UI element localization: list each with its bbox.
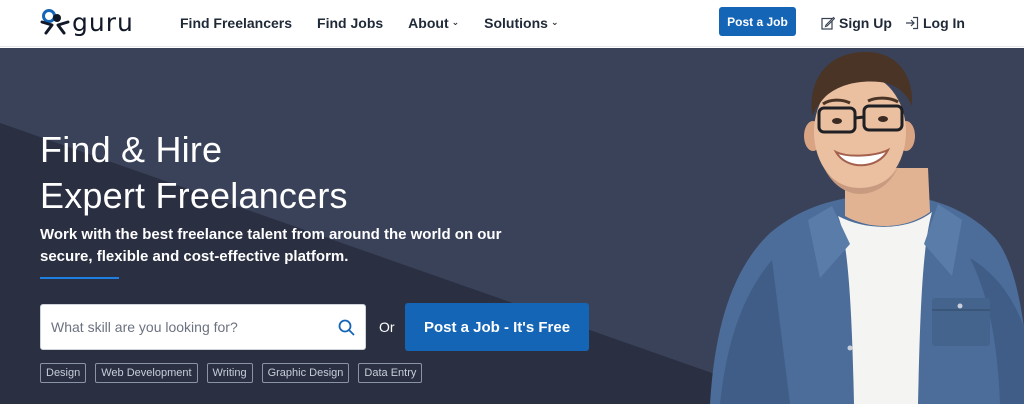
logo-wordmark: guru — [72, 7, 134, 37]
nav-label: About — [408, 15, 449, 31]
hero-person-image — [710, 51, 1024, 404]
nav-label: Find Freelancers — [180, 15, 293, 31]
hero-title: Find & Hire Expert Freelancers — [40, 127, 348, 219]
nav-about[interactable]: About ⌄ — [408, 15, 459, 31]
tag-writing[interactable]: Writing — [206, 363, 253, 383]
sign-up-label: Sign Up — [839, 15, 892, 31]
tag-design[interactable]: Design — [40, 363, 87, 383]
chevron-down-icon: ⌄ — [550, 16, 559, 27]
guru-logo[interactable]: guru — [40, 8, 148, 36]
hero-title-line-2: Expert Freelancers — [40, 175, 348, 216]
hero-section: Find & Hire Expert Freelancers Work with… — [0, 48, 1024, 404]
hero-title-line-1: Find & Hire — [40, 129, 223, 170]
post-job-free-button[interactable]: Post a Job - It's Free — [405, 303, 589, 351]
login-icon — [906, 16, 919, 30]
nav-find-jobs[interactable]: Find Jobs — [317, 15, 383, 31]
top-navigation-bar: guru Find Freelancers Find Jobs About ⌄ … — [0, 0, 1024, 47]
sign-up-link[interactable]: Sign Up — [821, 0, 892, 46]
popular-skill-tags: Design Web Development Writing Graphic D… — [40, 363, 431, 383]
tag-data-entry[interactable]: Data Entry — [358, 363, 423, 383]
main-nav: Find Freelancers Find Jobs About ⌄ Solut… — [180, 0, 583, 46]
edit-icon — [821, 16, 835, 30]
skill-search-box — [40, 304, 366, 350]
accent-divider — [40, 277, 119, 279]
nav-label: Find Jobs — [317, 15, 384, 31]
skill-search-input[interactable] — [41, 305, 327, 349]
search-icon[interactable] — [327, 305, 365, 349]
nav-label: Solutions — [484, 15, 548, 31]
tag-web-development[interactable]: Web Development — [95, 363, 198, 383]
log-in-label: Log In — [923, 15, 965, 31]
or-label: Or — [379, 319, 395, 335]
log-in-link[interactable]: Log In — [905, 0, 965, 46]
hero-subtitle: Work with the best freelance talent from… — [40, 226, 502, 265]
nav-solutions[interactable]: Solutions ⌄ — [484, 15, 558, 31]
chevron-down-icon: ⌄ — [451, 16, 460, 27]
tag-graphic-design[interactable]: Graphic Design — [261, 363, 350, 383]
guru-logo-icon — [40, 9, 70, 35]
post-job-button[interactable]: Post a Job — [719, 7, 796, 36]
nav-find-freelancers[interactable]: Find Freelancers — [180, 15, 292, 31]
